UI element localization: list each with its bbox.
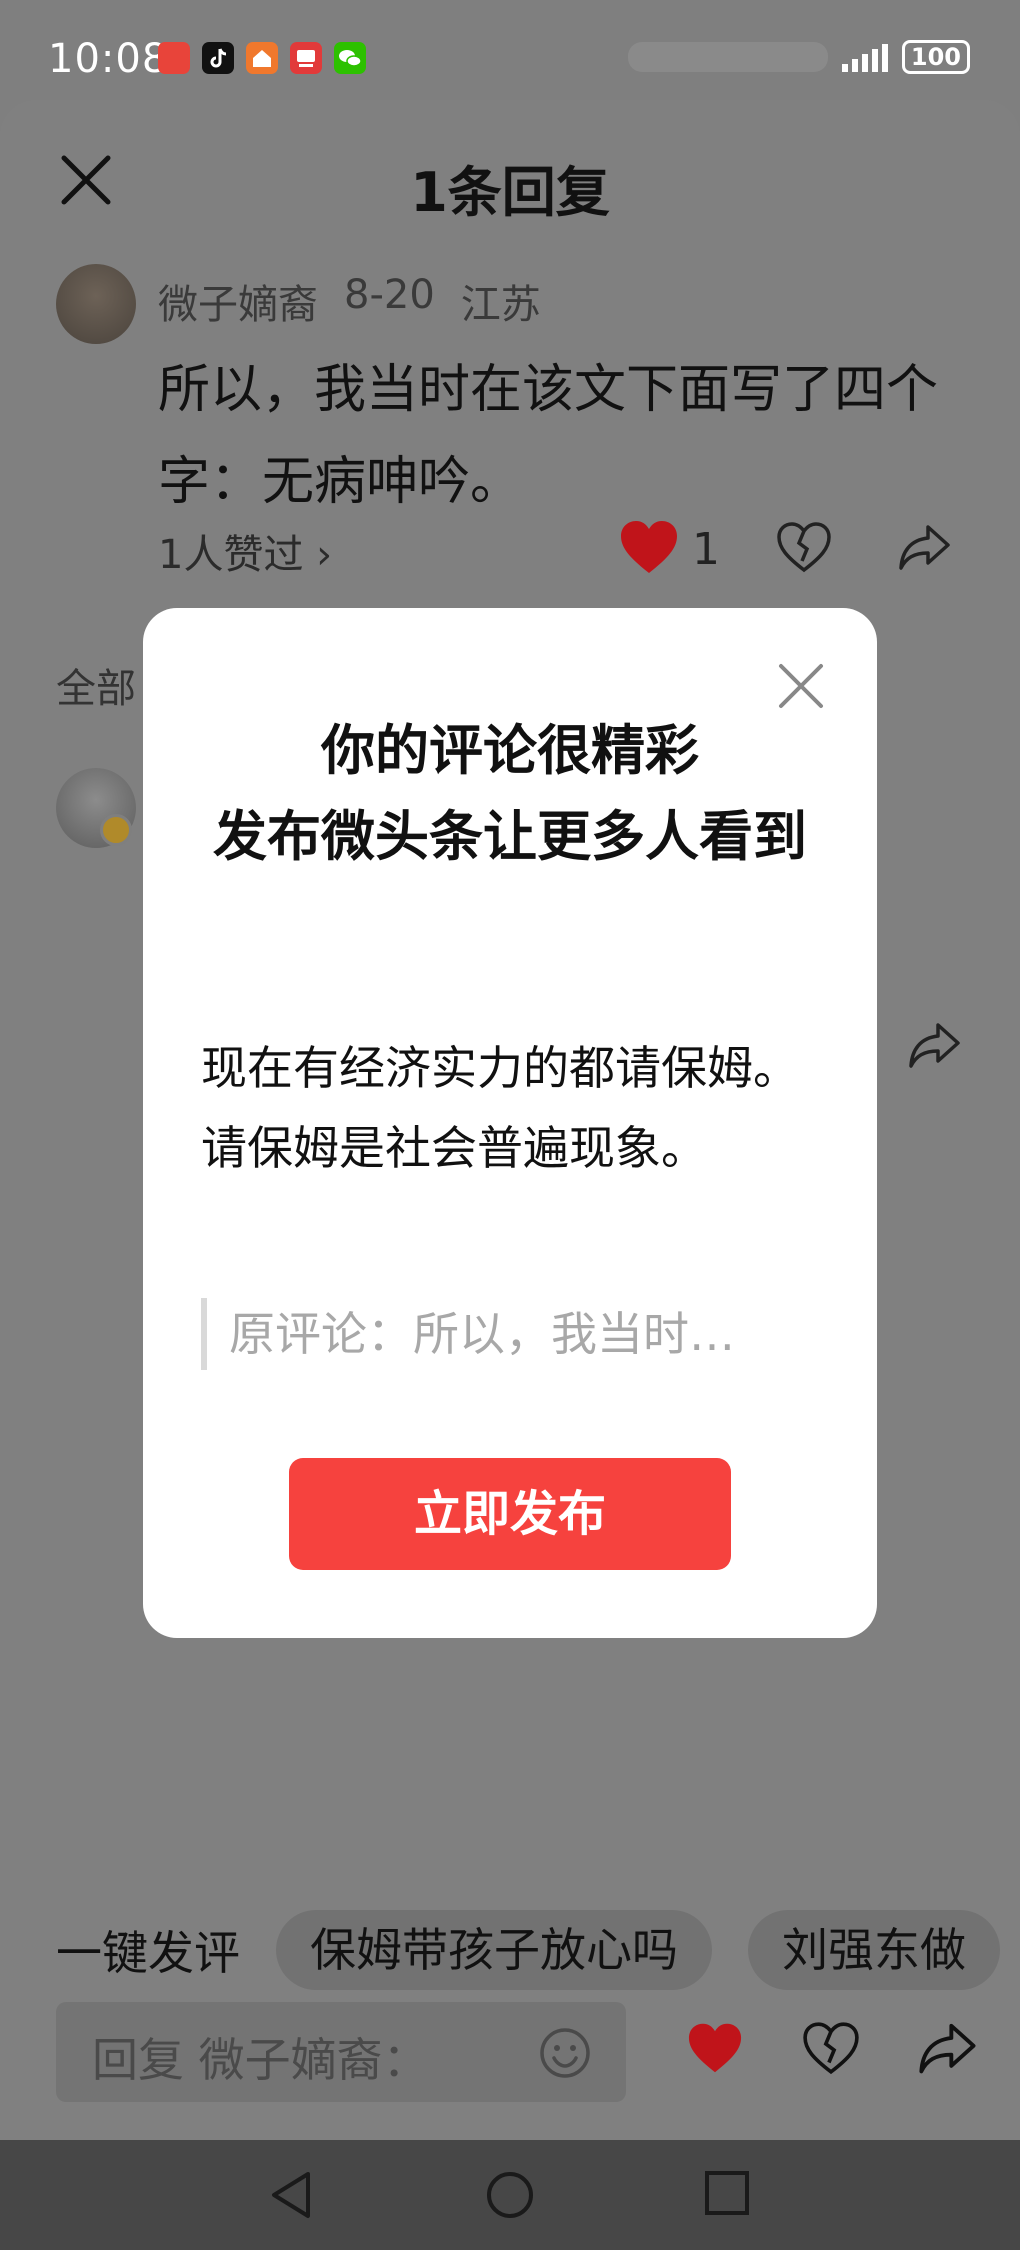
signal-icon: [841, 42, 888, 72]
status-indicators: 100: [627, 40, 970, 74]
comment-body: 所以，我当时在该文下面写了四个字：无病呻吟。: [158, 360, 939, 512]
home-icon[interactable]: [485, 2170, 535, 2224]
dialog-title: 你的评论很精彩 发布微头条让更多人看到: [143, 708, 877, 880]
sheet-title: 1条回复: [410, 161, 610, 224]
all-replies-label: 全部: [56, 666, 136, 712]
recents-icon[interactable]: [704, 2170, 750, 2220]
comment-author[interactable]: 微子嫡裔: [158, 272, 318, 330]
back-icon[interactable]: [268, 2170, 316, 2224]
share-icon[interactable]: [918, 2020, 978, 2080]
comment-meta: 微子嫡裔 8-20 江苏: [158, 272, 541, 330]
home-app-icon: [246, 42, 278, 74]
share-icon[interactable]: [908, 1020, 962, 1074]
heart-filled-icon[interactable]: [618, 518, 680, 580]
comment-location: 江苏: [460, 282, 541, 328]
like-count: 1: [692, 523, 720, 575]
news-app-icon: [290, 42, 322, 74]
status-bar: 10:08 100: [0, 0, 1020, 100]
system-nav-bar: [0, 2140, 1020, 2250]
badge-icon: [100, 814, 132, 846]
reply-placeholder: 回复 微子嫡裔：: [92, 2033, 429, 2087]
dialog-title-line2: 发布微头条让更多人看到: [213, 805, 807, 868]
comment-date: 8-20: [344, 272, 435, 318]
close-dialog-button[interactable]: [775, 660, 827, 712]
one-click-comment-label[interactable]: 一键发评: [56, 1917, 240, 1983]
dialog-comment-text: 现在有经济实力的都请保姆。请保姆是社会普遍现象。: [201, 1041, 799, 1175]
reply-input[interactable]: 回复 微子嫡裔：: [56, 2002, 626, 2102]
original-comment-quote: 原评论：所以，我当时…: [201, 1298, 801, 1370]
emoji-icon[interactable]: [538, 2026, 592, 2084]
publish-now-button[interactable]: 立即发布: [289, 1458, 731, 1570]
share-icon[interactable]: [898, 522, 952, 576]
publish-dialog: 你的评论很精彩 发布微头条让更多人看到 现在有经济实力的都请保姆。请保姆是社会普…: [143, 608, 877, 1638]
comment-actions: 1: [618, 518, 952, 580]
quick-comment-chips: 一键发评 保姆带孩子放心吗 刘强东做: [56, 1910, 1020, 1990]
suggestion-chip[interactable]: 刘强东做: [748, 1910, 1000, 1990]
heart-filled-icon[interactable]: [686, 2021, 744, 2079]
broken-heart-icon[interactable]: [776, 521, 832, 577]
douyin-icon: [202, 42, 234, 74]
dialog-title-line1: 你的评论很精彩: [321, 719, 699, 782]
bottom-actions: [686, 2020, 978, 2080]
huawei-video-icon: [158, 42, 190, 74]
broken-heart-icon[interactable]: [802, 2021, 860, 2079]
avatar[interactable]: [56, 264, 136, 344]
status-time: 10:08: [48, 36, 169, 82]
wechat-icon: [334, 42, 366, 74]
likes-summary-link[interactable]: 1人赞过 ›: [158, 522, 332, 580]
blurred-status-area: [627, 42, 828, 72]
battery-icon: 100: [901, 40, 970, 74]
notification-app-icons: [158, 42, 366, 74]
suggestion-chip[interactable]: 保姆带孩子放心吗: [276, 1910, 712, 1990]
